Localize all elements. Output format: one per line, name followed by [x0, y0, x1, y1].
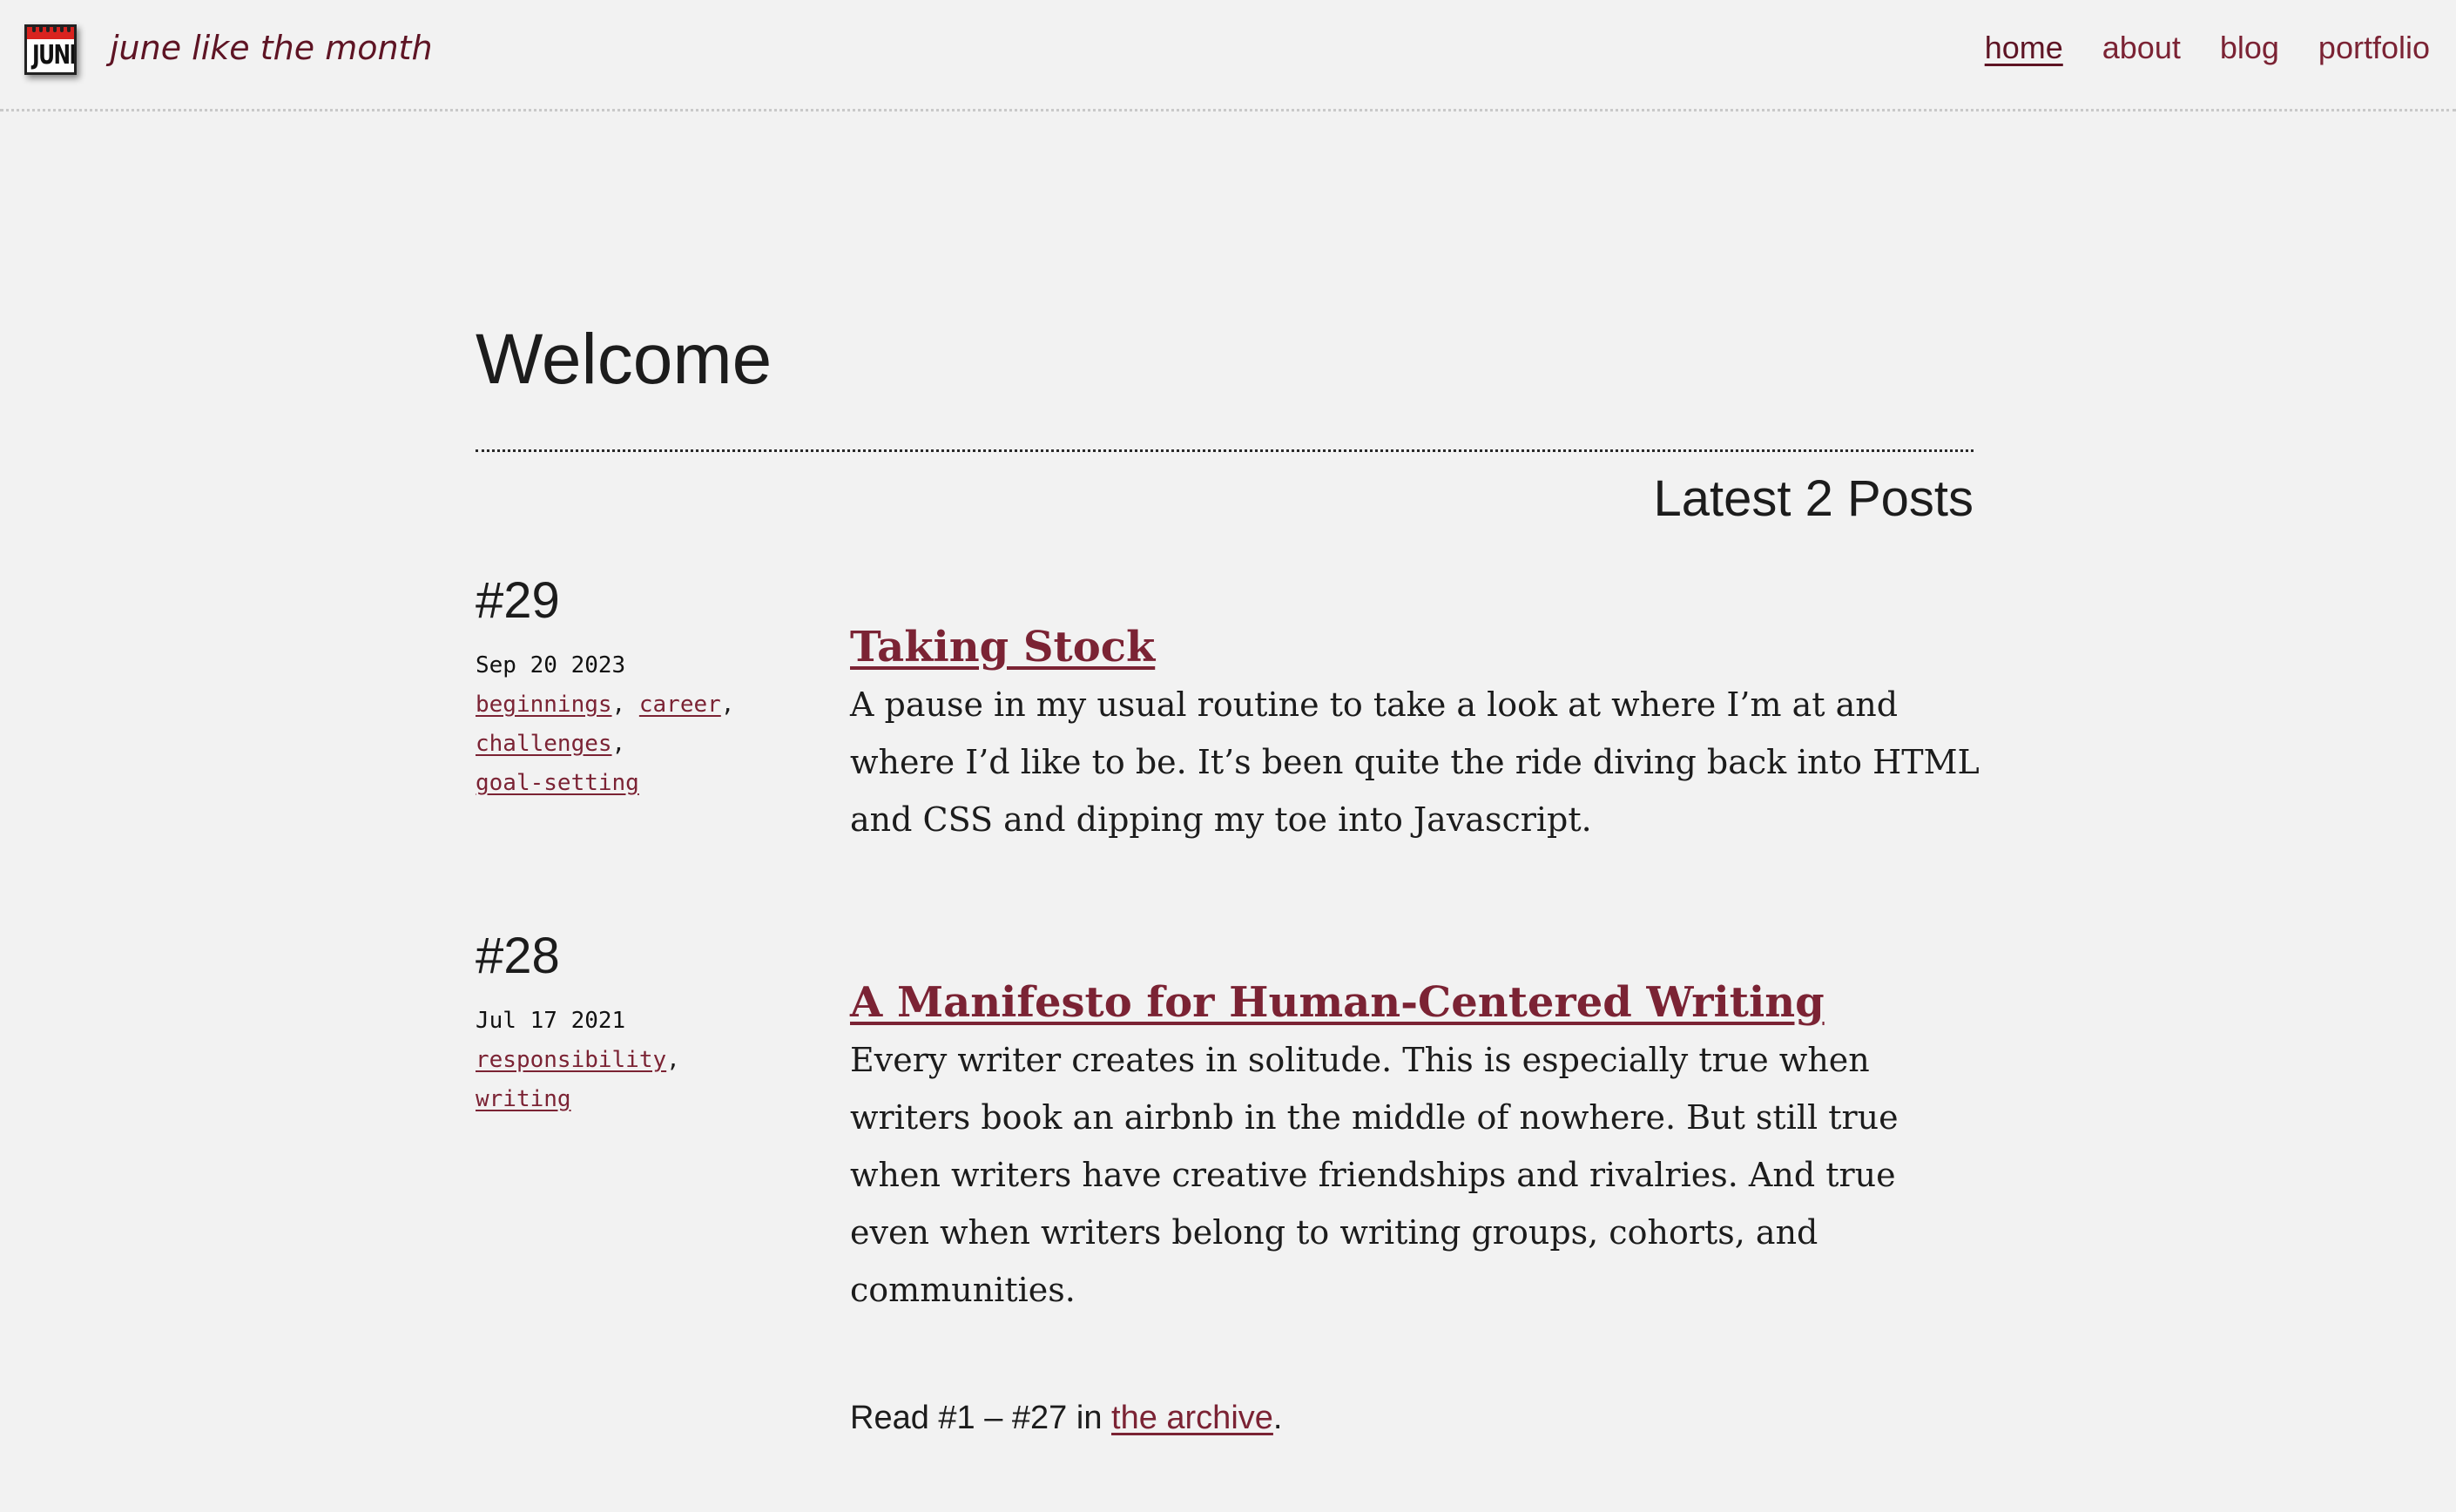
post-title-link[interactable]: A Manifesto for Human-Centered Writing: [850, 974, 1982, 1031]
post-body: A Manifesto for Human-Centered Writing E…: [850, 974, 1982, 1319]
post-excerpt: Every writer creates in solitude. This i…: [850, 1041, 1899, 1309]
logo-text: JUNE: [31, 40, 74, 71]
post-number: #29: [476, 572, 560, 629]
nav-about-link[interactable]: about: [2102, 26, 2181, 70]
post-date: Sep 20 2023: [476, 652, 626, 678]
archive-prefix: Read #1 – #27 in: [850, 1400, 1112, 1436]
site-header: JUNE june like the month home about blog…: [0, 0, 2456, 111]
post-title-link[interactable]: Taking Stock: [850, 618, 1982, 676]
nav-portfolio-link[interactable]: portfolio: [2318, 26, 2430, 70]
main-nav: home about blog portfolio: [1985, 26, 2430, 70]
post-meta: Jul 17 2021 responsibility, writing: [476, 1002, 789, 1119]
post-excerpt: A pause in my usual routine to take a lo…: [850, 685, 1980, 839]
tag-link[interactable]: challenges: [476, 731, 612, 757]
nav-home-link[interactable]: home: [1985, 26, 2063, 70]
tag-link[interactable]: responsibility: [476, 1047, 666, 1073]
tag-link[interactable]: career: [639, 692, 721, 718]
tag-link[interactable]: beginnings: [476, 692, 612, 718]
nav-blog-link[interactable]: blog: [2220, 26, 2279, 70]
site-title[interactable]: june like the month: [110, 26, 433, 70]
page-title: Welcome: [476, 320, 773, 399]
tag-link[interactable]: goal-setting: [476, 770, 639, 796]
latest-posts-heading: Latest 2 Posts: [1653, 470, 1974, 527]
archive-suffix: .: [1272, 1400, 1283, 1436]
post-meta: Sep 20 2023 beginnings, career, challeng…: [476, 646, 789, 803]
post-tags: responsibility, writing: [476, 1047, 680, 1112]
dotted-divider: [476, 449, 1974, 452]
post-date: Jul 17 2021: [476, 1008, 626, 1034]
post-tags: beginnings, career, challenges, goal-set…: [476, 692, 735, 796]
post-body: Taking Stock A pause in my usual routine…: [850, 618, 1982, 848]
calendar-logo-icon[interactable]: JUNE: [24, 24, 77, 75]
archive-note: Read #1 – #27 in the archive.: [850, 1394, 1282, 1442]
post-number: #28: [476, 928, 560, 984]
tag-link[interactable]: writing: [476, 1086, 571, 1112]
logo-binder-rings: [32, 27, 71, 32]
archive-link[interactable]: the archive: [1111, 1400, 1273, 1436]
